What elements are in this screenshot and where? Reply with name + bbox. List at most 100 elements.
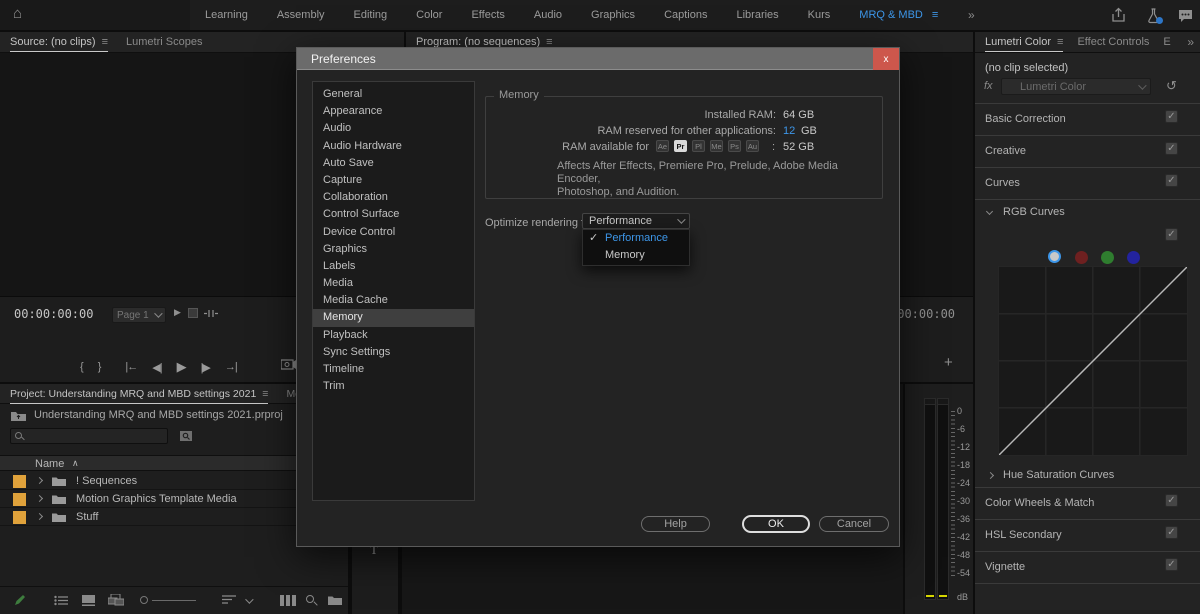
workspace-tab-assembly[interactable]: Assembly: [277, 9, 325, 21]
help-button[interactable]: Help: [641, 516, 710, 532]
fit-icon[interactable]: [204, 309, 218, 321]
go-to-in-button[interactable]: |←: [125, 361, 137, 373]
icon-view-icon[interactable]: [82, 595, 95, 606]
section-vignette[interactable]: Vignette: [985, 561, 1025, 573]
hsl-secondary-checkbox[interactable]: ✓: [1165, 526, 1178, 539]
curve-channel-red[interactable]: [1075, 251, 1088, 264]
expand-icon[interactable]: [36, 477, 43, 484]
beta-beaker-icon[interactable]: [1145, 7, 1162, 24]
pref-category-labels[interactable]: Labels: [313, 258, 474, 275]
hue-sat-expand-icon[interactable]: [987, 472, 994, 479]
pref-category-general[interactable]: General: [313, 86, 474, 103]
reset-effect-icon[interactable]: ↺: [1166, 78, 1177, 94]
tab-lumetri-scopes[interactable]: Lumetri Scopes: [126, 36, 202, 48]
label-swatch[interactable]: [13, 511, 26, 524]
pref-category-sync-settings[interactable]: Sync Settings: [313, 344, 474, 361]
rgb-curve-editor[interactable]: [998, 266, 1188, 456]
section-color-wheels[interactable]: Color Wheels & Match: [985, 497, 1094, 509]
tab-source[interactable]: Source: (no clips)≡: [10, 36, 108, 48]
pref-category-timeline[interactable]: Timeline: [313, 361, 474, 378]
reserved-ram-value[interactable]: 12: [783, 125, 795, 137]
new-bin-icon[interactable]: [328, 595, 342, 605]
automate-sequence-icon[interactable]: [280, 595, 296, 606]
cancel-button[interactable]: Cancel: [819, 516, 889, 532]
basic-correction-checkbox[interactable]: ✓: [1165, 110, 1178, 123]
zoom-out-handle[interactable]: [140, 596, 148, 604]
sort-chevron-icon[interactable]: [245, 595, 253, 603]
curves-checkbox[interactable]: ✓: [1165, 174, 1178, 187]
pref-category-control-surface[interactable]: Control Surface: [313, 206, 474, 223]
workspace-tab-mrq-mbd[interactable]: MRQ & MBD: [859, 9, 923, 21]
export-icon[interactable]: [1110, 7, 1127, 24]
mark-in-button[interactable]: {: [80, 361, 83, 373]
optimize-rendering-select[interactable]: Performance: [582, 213, 690, 229]
label-swatch[interactable]: [13, 475, 26, 488]
pref-category-auto-save[interactable]: Auto Save: [313, 155, 474, 172]
menu-item-performance[interactable]: ✓ Performance: [583, 230, 689, 247]
find-icon[interactable]: [180, 430, 193, 442]
panel-menu-icon[interactable]: ≡: [262, 388, 268, 400]
source-timecode[interactable]: 00:00:00:00: [14, 307, 93, 321]
pref-category-media[interactable]: Media: [313, 275, 474, 292]
pref-category-media-cache[interactable]: Media Cache: [313, 292, 474, 309]
pref-category-appearance[interactable]: Appearance: [313, 103, 474, 120]
zoom-slider[interactable]: [152, 600, 196, 601]
search-input[interactable]: [10, 428, 168, 444]
workspace-tab-editing[interactable]: Editing: [354, 9, 388, 21]
menu-item-memory[interactable]: Memory: [583, 247, 689, 264]
writable-pencil-icon[interactable]: [13, 594, 26, 607]
section-hsl-secondary[interactable]: HSL Secondary: [985, 529, 1062, 541]
rgb-curves-checkbox[interactable]: ✓: [1165, 228, 1178, 241]
add-button[interactable]: +: [944, 354, 953, 371]
label-swatch[interactable]: [13, 493, 26, 506]
panel-menu-icon[interactable]: ≡: [1057, 36, 1063, 48]
project-breadcrumb[interactable]: Understanding MRQ and MBD settings 2021.…: [34, 409, 283, 421]
feedback-icon[interactable]: [1177, 7, 1194, 24]
pref-category-memory[interactable]: Memory: [313, 309, 474, 326]
vignette-checkbox[interactable]: ✓: [1165, 558, 1178, 571]
workspace-tab-captions[interactable]: Captions: [664, 9, 707, 21]
section-basic-correction[interactable]: Basic Correction: [985, 113, 1066, 125]
play-button[interactable]: ▶: [177, 359, 186, 375]
effect-selector[interactable]: Lumetri Color: [1001, 78, 1151, 95]
workspace-tab-color[interactable]: Color: [416, 9, 442, 21]
rgb-curves-header[interactable]: RGB Curves: [1003, 206, 1065, 218]
list-view-icon[interactable]: [54, 595, 68, 606]
workspace-menu-icon[interactable]: ≡: [932, 9, 938, 21]
page-selector[interactable]: Page 1: [112, 307, 166, 323]
pref-category-capture[interactable]: Capture: [313, 172, 474, 189]
export-frame-icon[interactable]: [281, 358, 296, 373]
workspace-tab-graphics[interactable]: Graphics: [591, 9, 635, 21]
step-back-button[interactable]: ◀|: [152, 361, 161, 374]
pref-category-collaboration[interactable]: Collaboration: [313, 189, 474, 206]
rgb-curves-expand-icon[interactable]: [986, 208, 993, 215]
mark-out-button[interactable]: }: [98, 361, 101, 373]
curve-channel-master[interactable]: [1048, 250, 1061, 263]
step-forward-button[interactable]: |▶: [201, 361, 210, 374]
pref-category-device-control[interactable]: Device Control: [313, 224, 474, 241]
workspace-tab-kurs[interactable]: Kurs: [808, 9, 831, 21]
pref-category-audio[interactable]: Audio: [313, 120, 474, 137]
pref-category-trim[interactable]: Trim: [313, 378, 474, 395]
creative-checkbox[interactable]: ✓: [1165, 142, 1178, 155]
workspace-tab-libraries[interactable]: Libraries: [736, 9, 778, 21]
section-curves[interactable]: Curves: [985, 177, 1020, 189]
pref-category-audio-hardware[interactable]: Audio Hardware: [313, 138, 474, 155]
play-page-icon[interactable]: ▶: [174, 307, 181, 318]
tab-project[interactable]: Project: Understanding MRQ and MBD setti…: [10, 388, 268, 400]
expand-icon[interactable]: [36, 513, 43, 520]
color-wheels-checkbox[interactable]: ✓: [1165, 494, 1178, 507]
find-button-icon[interactable]: [306, 595, 314, 603]
workspace-overflow-icon[interactable]: »: [968, 8, 975, 22]
section-creative[interactable]: Creative: [985, 145, 1026, 157]
go-to-out-button[interactable]: →|: [225, 361, 237, 373]
settings-icon[interactable]: [188, 308, 198, 318]
dialog-close-button[interactable]: x: [873, 48, 899, 70]
hue-saturation-curves-header[interactable]: Hue Saturation Curves: [1003, 469, 1114, 481]
curve-channel-green[interactable]: [1101, 251, 1114, 264]
workspace-tab-audio[interactable]: Audio: [534, 9, 562, 21]
project-root-folder-icon[interactable]: [11, 410, 26, 421]
home-icon[interactable]: ⌂: [13, 5, 22, 22]
tab-lumetri-color[interactable]: Lumetri Color≡: [985, 36, 1063, 48]
panel-overflow-icon[interactable]: »: [1187, 35, 1194, 49]
